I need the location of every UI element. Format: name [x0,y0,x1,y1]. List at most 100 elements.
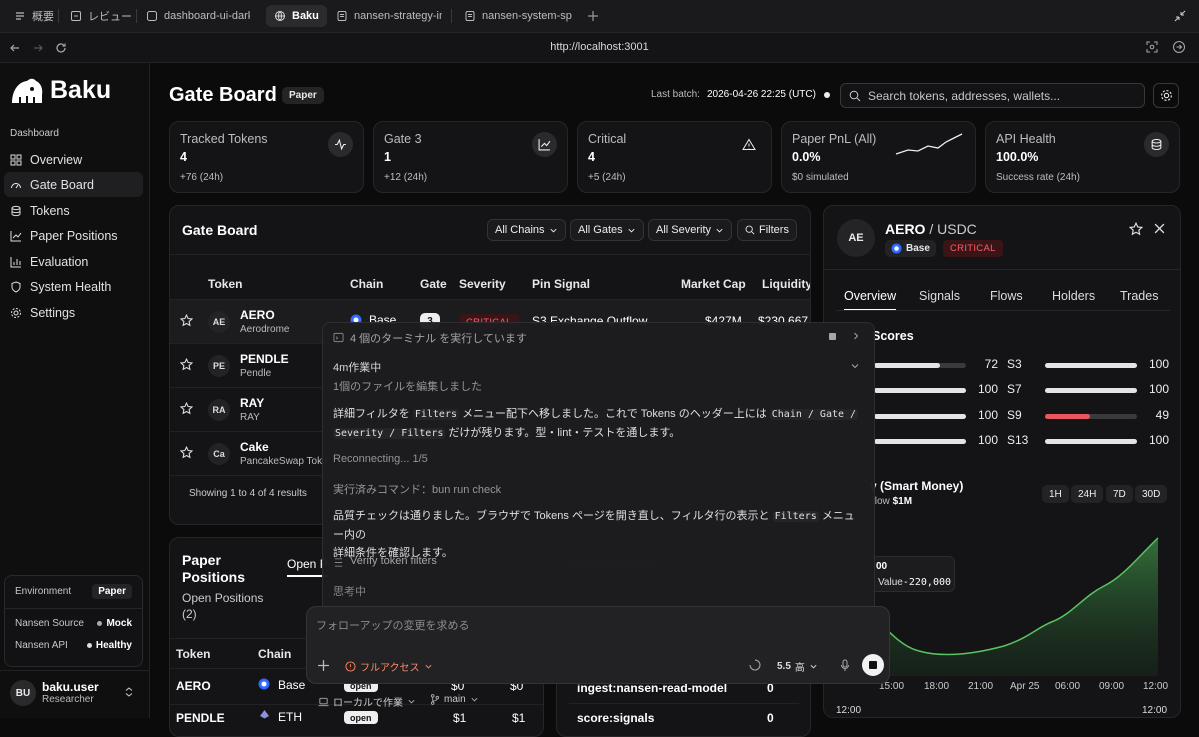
star-icon[interactable] [1129,222,1143,236]
filter-gates[interactable]: All Gates [570,219,644,241]
globe-icon [274,10,286,22]
filter-chains[interactable]: All Chains [487,219,566,241]
filters-button[interactable]: Filters [737,219,797,241]
score-bar [874,439,966,444]
new-tab-icon[interactable] [586,9,600,23]
star-icon[interactable] [180,402,193,415]
col-gate[interactable]: Gate [420,277,447,291]
model-selector[interactable]: 5.5 高 [777,659,818,674]
star-icon[interactable] [180,446,193,459]
timeframe-30d[interactable]: 30D [1135,485,1168,503]
timeframe-24h[interactable]: 24H [1071,485,1104,503]
share-icon[interactable] [1172,40,1186,54]
tab-baku[interactable]: Baku [266,5,327,27]
score-bar-fill [1045,414,1091,419]
shield-icon [10,280,22,293]
sidebar-item-system-health[interactable]: System Health [4,274,143,299]
warning-circle-icon [345,661,356,672]
gear-icon [10,307,22,319]
close-icon[interactable] [1154,223,1165,234]
search-input[interactable]: Search tokens, addresses, wallets... [840,83,1145,108]
col-severity[interactable]: Severity [459,277,506,291]
x-tick-label: 18:00 [924,681,950,692]
brand-logo[interactable]: Baku [10,76,111,105]
database-icon [10,205,22,217]
sidebar-item-tokens[interactable]: Tokens [4,198,143,223]
microphone-icon[interactable] [840,659,850,672]
sidebar-item-settings[interactable]: Settings [4,300,143,325]
stop-button[interactable] [862,654,884,676]
baku-logo-icon [10,77,44,105]
timeframe-7d[interactable]: 7D [1106,485,1133,503]
star-icon[interactable] [180,314,193,327]
laptop-icon [318,697,329,707]
base-chain-icon [258,678,270,690]
tab-nansen-strategy[interactable]: nansen-strategy-im [328,5,442,27]
access-selector[interactable]: フルアクセス [345,659,433,674]
score-value: 100 [1148,357,1169,371]
search-icon [745,225,755,235]
settings-button[interactable] [1153,83,1179,108]
board-title: Gate Board [182,222,258,238]
branch-selector[interactable]: main [430,694,479,705]
collapse-icon[interactable] [1172,8,1188,24]
tab-dashboard-ui-dark[interactable]: dashboard-ui-dark [138,5,250,27]
chevron-right-icon[interactable] [851,331,861,341]
screenshot-icon[interactable] [1145,40,1159,54]
trend-icon [10,230,22,242]
score-bar [1045,414,1137,419]
stat-card-critical: Critical 4 +5 (24h) [577,121,772,193]
flow-subtitle: flow $1M [872,496,913,507]
user-menu-chevron-icon[interactable] [124,686,134,698]
assistant-message-1: 詳細フィルタを Filters メニュー配下へ移しました。これで Tokens … [333,408,859,439]
follow-up-input[interactable]: フォローアップの変更を求める [316,617,470,633]
chevron-down-icon [470,695,479,704]
status-dot [824,92,830,98]
tab-overview[interactable]: Overview [844,289,897,311]
last-batch-label: Last batch: [651,89,700,100]
url-text[interactable]: http://localhost:3001 [0,41,1199,53]
token-avatar: Ca [208,443,230,465]
col-chain[interactable]: Chain [350,277,383,291]
status-dot [86,643,92,648]
sidebar-item-evaluation[interactable]: Evaluation [4,249,143,274]
tab-review[interactable]: レビュー [62,5,140,27]
tab-nansen-system[interactable]: nansen-system-spe [456,5,572,27]
bar-chart-icon [10,256,22,268]
sidebar-item-gate-board[interactable]: Gate Board [4,172,143,197]
tab-overview[interactable]: 概要 [6,5,62,27]
follow-up-composer[interactable]: フォローアップの変更を求める フルアクセス 5.5 高 [306,606,890,684]
col-token[interactable]: Token [208,277,242,291]
score-value: 100 [1148,433,1169,447]
search-icon [849,90,861,102]
assistant-message-2: 品質チェックは通りました。ブラウザで Tokens ページを開き直し、フィルタ行… [333,510,855,559]
token-avatar: AE [837,219,875,257]
score-label: S13 [1007,433,1029,447]
col-pin-signal[interactable]: Pin Signal [532,277,590,291]
score-bar-fill [874,388,966,393]
score-bar-fill [874,363,941,368]
tab-signals[interactable]: Signals [919,289,960,303]
score-bar [874,414,966,419]
sidebar-item-paper-positions[interactable]: Paper Positions [4,223,143,248]
score-bar-fill [874,439,966,444]
user-role: Researcher [42,694,94,705]
checklist-icon [333,557,344,568]
tab-trades[interactable]: Trades [1120,289,1158,303]
timeframe-1h[interactable]: 1H [1042,485,1069,503]
chevron-down-icon[interactable] [850,361,860,371]
star-icon[interactable] [180,358,193,371]
tab-holders[interactable]: Holders [1052,289,1095,303]
chevron-down-icon [424,662,433,671]
tab-flows[interactable]: Flows [990,289,1023,303]
workspace-selector[interactable]: ローカルで作業 [318,694,416,709]
menu-icon [14,10,26,22]
col-market-cap[interactable]: Market Cap [681,277,746,291]
filter-severity[interactable]: All Severity [648,219,733,241]
add-icon[interactable] [317,659,330,672]
mode-badge: Paper [282,87,324,104]
user-avatar[interactable]: BU [10,680,36,706]
sidebar-item-overview[interactable]: Overview [4,147,143,172]
col-liquidity[interactable]: Liquidity [762,277,810,291]
stop-icon[interactable] [829,333,836,340]
